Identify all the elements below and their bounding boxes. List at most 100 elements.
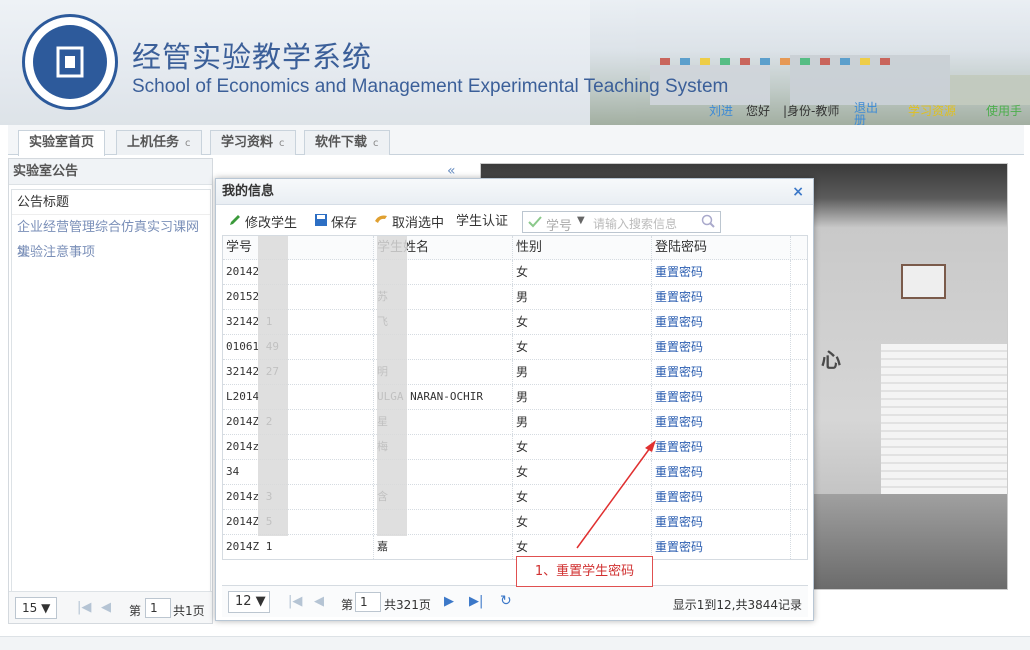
reset-password-link[interactable]: 重置密码 — [652, 460, 791, 484]
column-header-password[interactable]: 登陆密码 — [652, 236, 791, 260]
last-page-icon[interactable]: ▶| — [469, 594, 483, 609]
table-row[interactable]: 32142 1飞女重置密码 — [223, 310, 807, 335]
column-header-student-id[interactable]: 学号 — [223, 236, 374, 260]
logout-link[interactable]: 退出册 — [854, 102, 878, 125]
search-input[interactable]: 请输入搜索信息 — [593, 215, 677, 232]
reset-password-link[interactable]: 重置密码 — [652, 260, 791, 284]
refresh-icon[interactable]: ↻ — [500, 593, 512, 609]
first-page-icon[interactable]: |◀ — [288, 594, 302, 609]
tab-lab-home[interactable]: 实验室首页 — [18, 130, 106, 156]
save-button[interactable]: 保存 — [314, 213, 357, 233]
app-title-english: School of Economics and Management Exper… — [132, 76, 729, 97]
student-id-cell: 2014z — [223, 435, 374, 459]
table-row[interactable]: 2014Z 1 嘉女重置密码 — [223, 535, 807, 559]
page-number-input[interactable]: 1 — [145, 598, 171, 618]
reset-password-link[interactable]: 重置密码 — [652, 435, 791, 459]
table-row[interactable]: 2014z梅女重置密码 — [223, 435, 807, 460]
table-row[interactable]: 01061 49 女重置密码 — [223, 335, 807, 360]
dropdown-icon[interactable]: ▼ — [577, 215, 585, 226]
university-emblem-icon — [33, 25, 107, 99]
reset-password-link[interactable]: 重置密码 — [652, 335, 791, 359]
student-id-cell: L2014 — [223, 385, 374, 409]
pencil-icon — [228, 213, 242, 233]
student-id-cell: 01061 49 — [223, 335, 374, 359]
reset-password-link[interactable]: 重置密码 — [652, 360, 791, 384]
table-row[interactable]: 2014z 3含女重置密码 — [223, 485, 807, 510]
greeting-text: 您好 — [746, 104, 771, 118]
cancel-selection-button[interactable]: 取消选中 — [373, 213, 444, 233]
table-row[interactable]: 2014Z 2星男重置密码 — [223, 410, 807, 435]
prev-page-icon[interactable]: ◀ — [101, 600, 111, 615]
table-row[interactable]: L2014 ULGA NARAN-OCHIR 男重置密码 — [223, 385, 807, 410]
tab-study-materials[interactable]: 学习资料 c — [210, 130, 296, 155]
refresh-icon[interactable]: c — [279, 138, 285, 149]
list-item[interactable]: 实验注意事项 — [12, 240, 210, 265]
refresh-icon[interactable]: c — [373, 138, 379, 149]
reset-password-link[interactable]: 重置密码 — [652, 510, 791, 534]
gender-cell: 男 — [513, 285, 652, 309]
student-id-cell: 2014Z 5 — [223, 510, 374, 534]
list-header: 公告标题 — [12, 190, 210, 215]
table-row[interactable]: 20152苏男重置密码 — [223, 285, 807, 310]
student-id-cell: 20152 — [223, 285, 374, 309]
student-id-cell: 34 — [223, 460, 374, 484]
page-size-select[interactable]: 15 ▼ — [15, 597, 57, 619]
list-item[interactable]: 企业经营管理综合仿真实习课网址 — [12, 215, 210, 260]
gender-cell: 女 — [513, 435, 652, 459]
button-label: 保存 — [331, 216, 358, 231]
search-box: 学号 ▼ 请输入搜索信息 — [522, 211, 721, 234]
page-size-select[interactable]: 12 ▼ — [228, 591, 270, 613]
username-link[interactable]: 刘进 — [709, 102, 733, 119]
reset-password-link[interactable]: 重置密码 — [652, 535, 791, 559]
refresh-icon[interactable]: c — [185, 138, 191, 149]
reset-password-link[interactable]: 重置密码 — [652, 485, 791, 509]
announcement-list: 公告标题 企业经营管理综合仿真实习课网址 实验注意事项 — [11, 189, 211, 592]
floppy-disk-icon — [314, 213, 328, 233]
page-total: 共321页 — [384, 598, 431, 612]
prev-page-icon[interactable]: ◀ — [314, 594, 324, 609]
student-auth-button[interactable]: 学生认证 — [456, 213, 508, 231]
annotation-label: 1、重置学生密码 — [516, 556, 653, 587]
table-row[interactable]: 2014Z 5 女重置密码 — [223, 510, 807, 535]
reset-password-link[interactable]: 重置密码 — [652, 310, 791, 334]
search-field-select[interactable]: 学号 — [546, 215, 572, 234]
page-number-input[interactable]: 1 — [355, 592, 381, 612]
gender-cell: 女 — [513, 335, 652, 359]
close-icon[interactable]: × — [792, 184, 804, 200]
page-total: 共1页 — [173, 604, 205, 618]
reset-password-link[interactable]: 重置密码 — [652, 285, 791, 309]
reset-password-link[interactable]: 重置密码 — [652, 385, 791, 409]
gender-cell: 男 — [513, 410, 652, 434]
gender-cell: 女 — [513, 260, 652, 284]
panel-title: 实验室公告 — [9, 159, 212, 185]
next-page-icon[interactable]: ▶ — [444, 594, 454, 609]
app-header: 经管实验教学系统 School of Economics and Managem… — [0, 0, 1030, 125]
tab-label: 上机任务 — [127, 135, 180, 150]
lab-announcement-panel: 实验室公告 公告标题 企业经营管理综合仿真实习课网址 实验注意事项 15 ▼ |… — [8, 158, 213, 624]
panel-pager: 15 ▼ |◀ ◀ 第 1 共1页 — [9, 591, 212, 623]
search-icon[interactable] — [700, 213, 716, 232]
reset-password-link[interactable]: 重置密码 — [652, 410, 791, 434]
student-id-cell: 20142 — [223, 260, 374, 284]
edit-student-button[interactable]: 修改学生 — [228, 213, 297, 233]
main-tabs: 实验室首页 上机任务 c 学习资料 c 软件下载 c — [8, 125, 1024, 156]
app-title-chinese: 经管实验教学系统 — [132, 40, 373, 74]
checkmark-icon — [527, 214, 543, 233]
gender-cell: 女 — [513, 485, 652, 509]
undo-arrow-icon — [373, 213, 389, 233]
tab-computer-tasks[interactable]: 上机任务 c — [116, 130, 202, 155]
table-row[interactable]: 32142 27明男重置密码 — [223, 360, 807, 385]
user-manual-link[interactable]: 使用手 — [986, 102, 1022, 119]
table-row[interactable]: 20142 女重置密码 — [223, 260, 807, 285]
my-info-dialog: 我的信息 × 修改学生 保存 取消选中 学生认证 学号 ▼ 请输入搜索信息 学号… — [215, 178, 814, 621]
resource-link[interactable]: 学习资源 — [908, 102, 956, 119]
button-label: 取消选中 — [392, 216, 445, 231]
collapse-panel-icon[interactable]: « — [447, 163, 456, 179]
first-page-icon[interactable]: |◀ — [77, 600, 91, 615]
tab-software-download[interactable]: 软件下载 c — [304, 130, 390, 155]
student-table: 学号 学生姓名 性别 登陆密码 20142女重置密码20152苏男重置密码321… — [222, 235, 808, 560]
column-header-gender[interactable]: 性别 — [513, 236, 652, 260]
page-prefix: 第 — [129, 604, 142, 618]
table-row[interactable]: 34 女重置密码 — [223, 460, 807, 485]
tab-label: 实验室首页 — [29, 135, 95, 150]
